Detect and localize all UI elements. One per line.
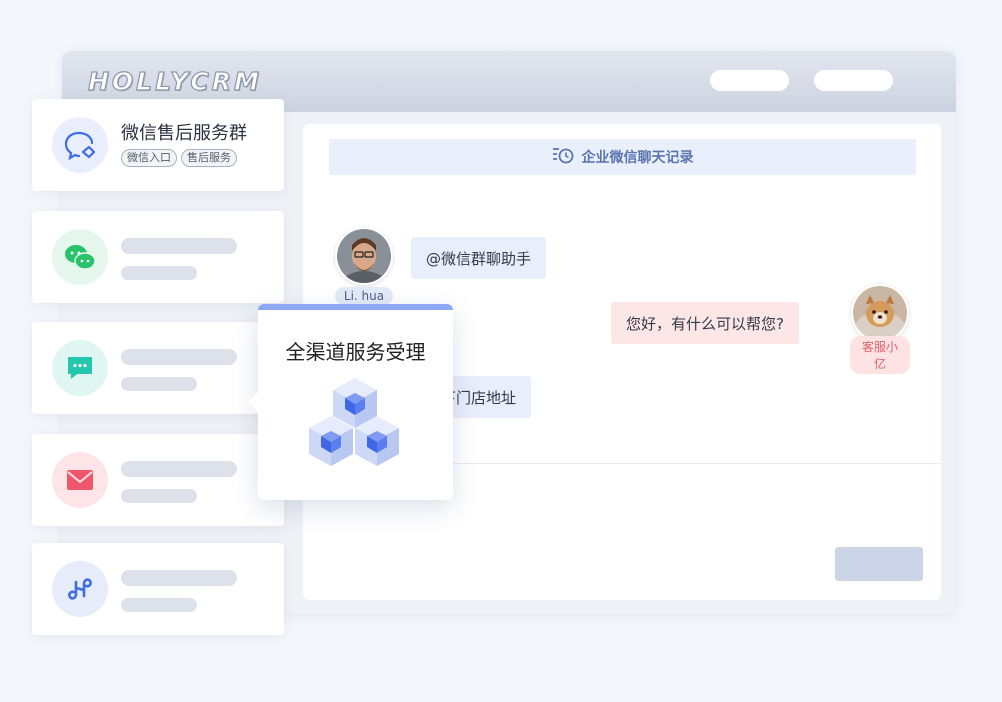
placeholder-line [121,349,237,365]
channel-tags: 微信入口 售后服务 [121,149,237,167]
placeholder-line [121,570,237,586]
message-bubble-1: @微信群聊助手 [411,237,547,279]
wechat-icon [52,229,108,285]
message-icon [52,340,108,396]
titlebar-button-1[interactable] [710,70,789,91]
placeholder-line [121,266,197,280]
app-logo: HOLLYCRM [87,66,262,96]
channel-tag: 微信入口 [121,149,177,167]
cubes-icon [309,378,401,474]
agent-avatar [851,284,909,342]
history-clock-icon [552,145,574,169]
user-avatar [335,227,393,285]
channel-card-message[interactable] [32,322,284,414]
popup-accent-line [258,304,453,310]
chat-support-icon [52,117,108,173]
chat-record-title: 企业微信聊天记录 [581,150,694,166]
channel-card-mini-program[interactable] [32,543,284,635]
mail-icon [52,452,108,508]
placeholder-line [121,377,197,391]
user-avatar-group: Li. hua [334,227,394,305]
channel-card-wechat[interactable] [32,211,284,303]
message-text-2: 您好，有什么可以帮您? [626,314,784,333]
placeholder-line [121,461,237,477]
message-bubble-2: 您好，有什么可以帮您? [611,302,799,344]
message-text-1: @微信群聊助手 [426,249,532,268]
channel-card-mail[interactable] [32,434,284,526]
agent-name-tag: 客服小亿 [850,336,910,374]
placeholder-line [121,598,197,612]
send-button[interactable] [835,547,923,581]
channel-tag: 售后服务 [181,149,237,167]
popup-pointer [248,392,258,412]
mini-program-icon [52,561,108,617]
user-name-tag: Li. hua [334,287,394,305]
titlebar-button-2[interactable] [814,70,893,91]
omnichannel-popup: 全渠道服务受理 [248,304,453,500]
agent-avatar-group: 客服小亿 [850,284,910,374]
popup-title: 全渠道服务受理 [285,340,426,364]
placeholder-line [121,489,197,503]
placeholder-line [121,238,237,254]
channel-title: 微信售后服务群 [121,123,247,144]
channel-card-wechat-group[interactable]: 微信售后服务群 微信入口 售后服务 [32,99,284,191]
chat-record-header[interactable]: 企业微信聊天记录 [329,139,916,175]
